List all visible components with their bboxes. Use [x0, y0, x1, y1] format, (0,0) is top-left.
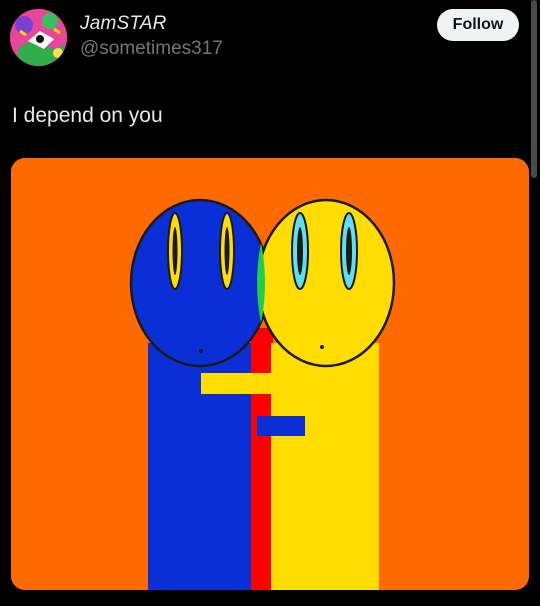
user-handle[interactable]: @sometimes317	[80, 36, 223, 62]
avatar-image	[10, 9, 67, 66]
author-info: JamSTAR @sometimes317	[80, 12, 223, 62]
post-image[interactable]	[11, 158, 529, 590]
follow-button[interactable]: Follow	[437, 9, 519, 41]
post-text: I depend on you	[12, 104, 163, 127]
display-name[interactable]: JamSTAR	[80, 12, 223, 36]
avatar[interactable]	[10, 9, 67, 66]
scrollbar[interactable]	[531, 0, 537, 178]
post-card: JamSTAR @sometimes317 Follow I depend on…	[0, 0, 540, 606]
media-illustration	[11, 158, 529, 590]
